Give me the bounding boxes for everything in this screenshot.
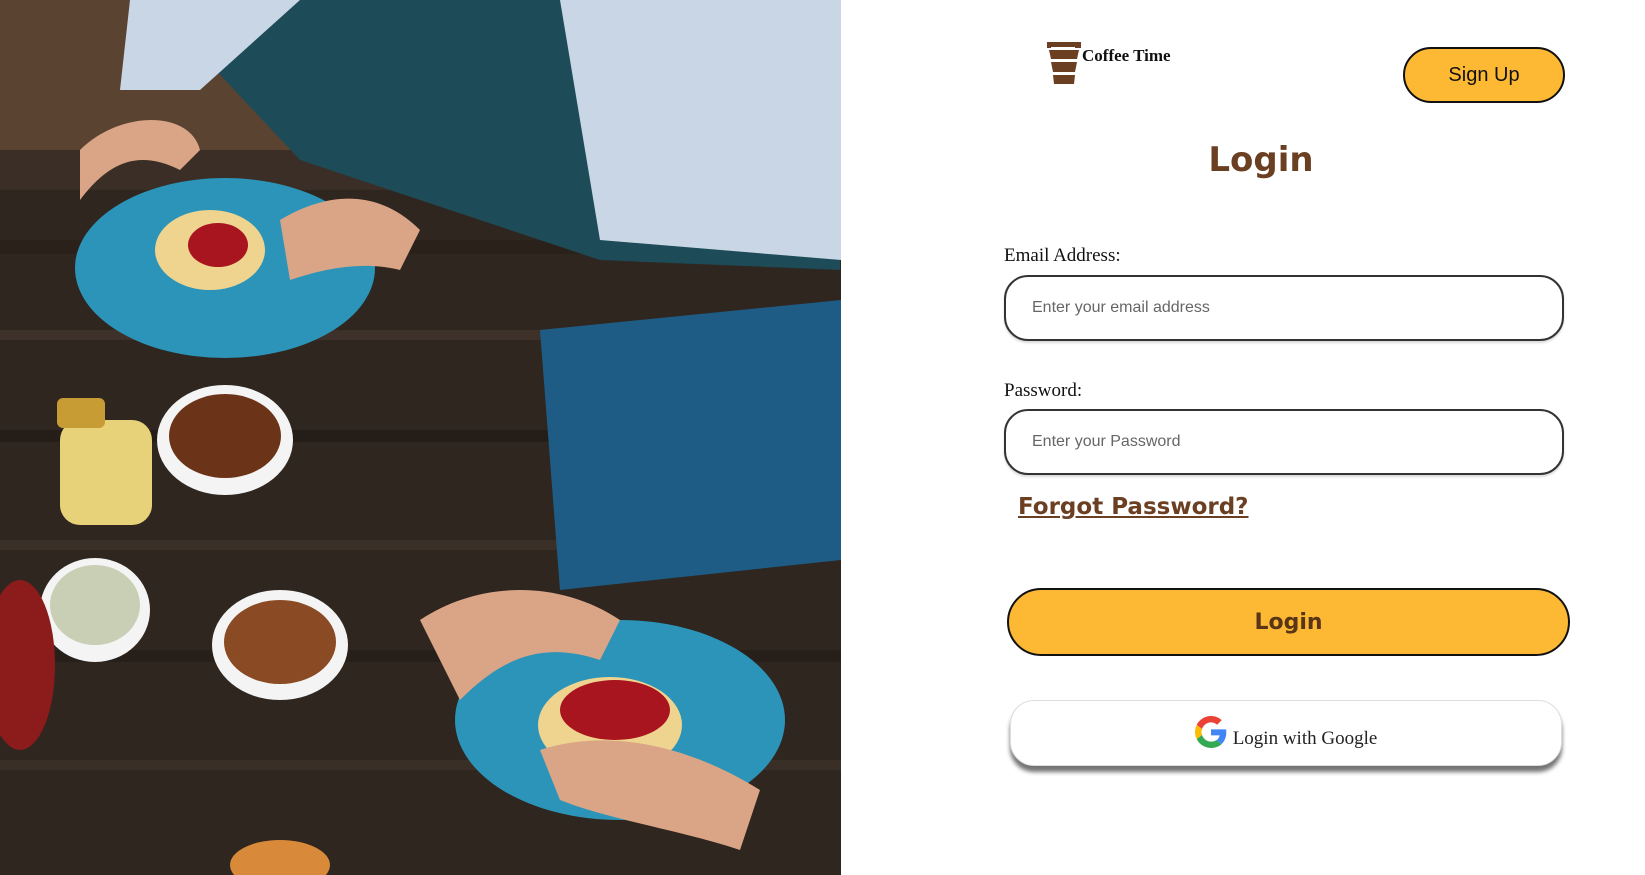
login-panel: Coffee Time Sign Up Login Email Address:… xyxy=(841,0,1645,875)
google-login-label: Login with Google xyxy=(1232,728,1378,749)
google-g-icon xyxy=(1194,715,1227,751)
hero-photo xyxy=(0,0,841,875)
email-label: Email Address: xyxy=(1004,245,1121,266)
page-title: Login xyxy=(1208,140,1314,180)
google-login-button[interactable]: Login with Google xyxy=(1010,700,1562,766)
login-button[interactable]: Login xyxy=(1007,588,1570,656)
email-field[interactable] xyxy=(1004,275,1564,341)
forgot-password-link[interactable]: Forgot Password? xyxy=(1018,494,1249,520)
coffee-cup-icon xyxy=(1046,42,1082,89)
signup-button[interactable]: Sign Up xyxy=(1403,47,1565,103)
password-field[interactable] xyxy=(1004,409,1564,475)
password-label: Password: xyxy=(1004,380,1083,401)
brand-name: Coffee Time xyxy=(1082,46,1171,65)
brand-logo[interactable]: Coffee Time xyxy=(1046,42,1171,89)
